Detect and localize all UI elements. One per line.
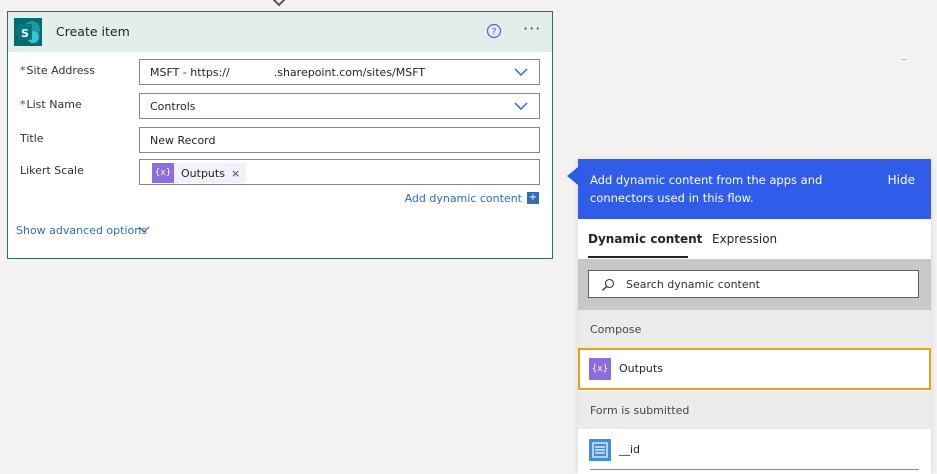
section-title: Form is submitted bbox=[590, 404, 690, 417]
title-input[interactable]: New Record bbox=[139, 127, 540, 153]
show-advanced-options-link[interactable]: Show advanced options bbox=[16, 224, 147, 237]
panel-header: Add dynamic content from the apps and co… bbox=[578, 159, 931, 219]
search-box[interactable] bbox=[588, 270, 919, 298]
card-header[interactable]: S Create item ? ··· bbox=[8, 12, 552, 52]
required-marker: * bbox=[20, 98, 26, 111]
search-input[interactable] bbox=[626, 276, 906, 292]
more-options-icon[interactable]: ··· bbox=[523, 21, 545, 40]
tab-dynamic-content[interactable]: Dynamic content bbox=[588, 232, 702, 246]
required-marker: * bbox=[20, 64, 26, 77]
panel-tabs: Dynamic content Expression bbox=[578, 219, 931, 261]
remove-token-icon[interactable]: × bbox=[231, 167, 240, 180]
site-address-value: MSFT - https:// .sharepoint.com/sites/MS… bbox=[150, 66, 426, 79]
dynamic-content-panel: Add dynamic content from the apps and co… bbox=[578, 159, 931, 474]
sharepoint-icon: S bbox=[14, 18, 42, 46]
site-address-dropdown[interactable]: MSFT - https:// .sharepoint.com/sites/MS… bbox=[139, 59, 540, 85]
list-item-id[interactable]: __id bbox=[578, 429, 931, 471]
help-icon[interactable]: ? bbox=[486, 23, 502, 39]
search-icon bbox=[602, 278, 615, 291]
site-address-label: *Site Address bbox=[20, 64, 95, 77]
title-label: Title bbox=[20, 132, 44, 145]
section-header-form-submitted: Form is submitted bbox=[578, 391, 931, 429]
item-label: __id bbox=[619, 443, 641, 456]
tab-expression[interactable]: Expression bbox=[712, 232, 777, 246]
list-name-value: Controls bbox=[150, 100, 196, 113]
forms-icon bbox=[589, 439, 611, 461]
section-header-compose: Compose bbox=[578, 310, 931, 348]
likert-scale-label: Likert Scale bbox=[20, 164, 84, 177]
list-name-label: *List Name bbox=[20, 98, 82, 111]
create-item-card: S Create item ? ··· *Site Address MSFT -… bbox=[7, 11, 553, 259]
divider bbox=[590, 469, 919, 470]
compose-icon: {x} bbox=[152, 163, 174, 183]
panel-caret bbox=[567, 167, 578, 185]
outputs-token[interactable]: {x} Outputs × bbox=[152, 163, 247, 183]
section-title: Compose bbox=[590, 323, 642, 336]
add-dynamic-content-link[interactable]: Add dynamic content bbox=[405, 192, 522, 205]
title-value: New Record bbox=[150, 134, 216, 147]
likert-scale-input[interactable]: {x} Outputs × bbox=[139, 159, 540, 185]
chevron-down-icon[interactable] bbox=[513, 66, 529, 78]
hide-button[interactable]: Hide bbox=[888, 173, 915, 187]
connector-arrow-icon bbox=[272, 0, 286, 7]
active-tab-underline bbox=[588, 256, 688, 258]
compose-icon: {x} bbox=[589, 358, 611, 380]
decorative-dot bbox=[902, 59, 906, 60]
add-icon[interactable]: + bbox=[527, 192, 539, 204]
svg-text:?: ? bbox=[492, 28, 497, 38]
chevron-down-icon[interactable] bbox=[513, 100, 529, 112]
svg-text:S: S bbox=[21, 27, 29, 40]
token-label: Outputs bbox=[181, 166, 225, 180]
item-label: Outputs bbox=[619, 362, 663, 375]
search-area bbox=[578, 259, 931, 310]
chevron-down-icon[interactable] bbox=[138, 225, 150, 235]
list-item-outputs[interactable]: {x} Outputs bbox=[578, 348, 931, 390]
card-title: Create item bbox=[56, 24, 130, 39]
list-name-dropdown[interactable]: Controls bbox=[139, 93, 540, 119]
panel-header-text: Add dynamic content from the apps and co… bbox=[590, 173, 823, 205]
